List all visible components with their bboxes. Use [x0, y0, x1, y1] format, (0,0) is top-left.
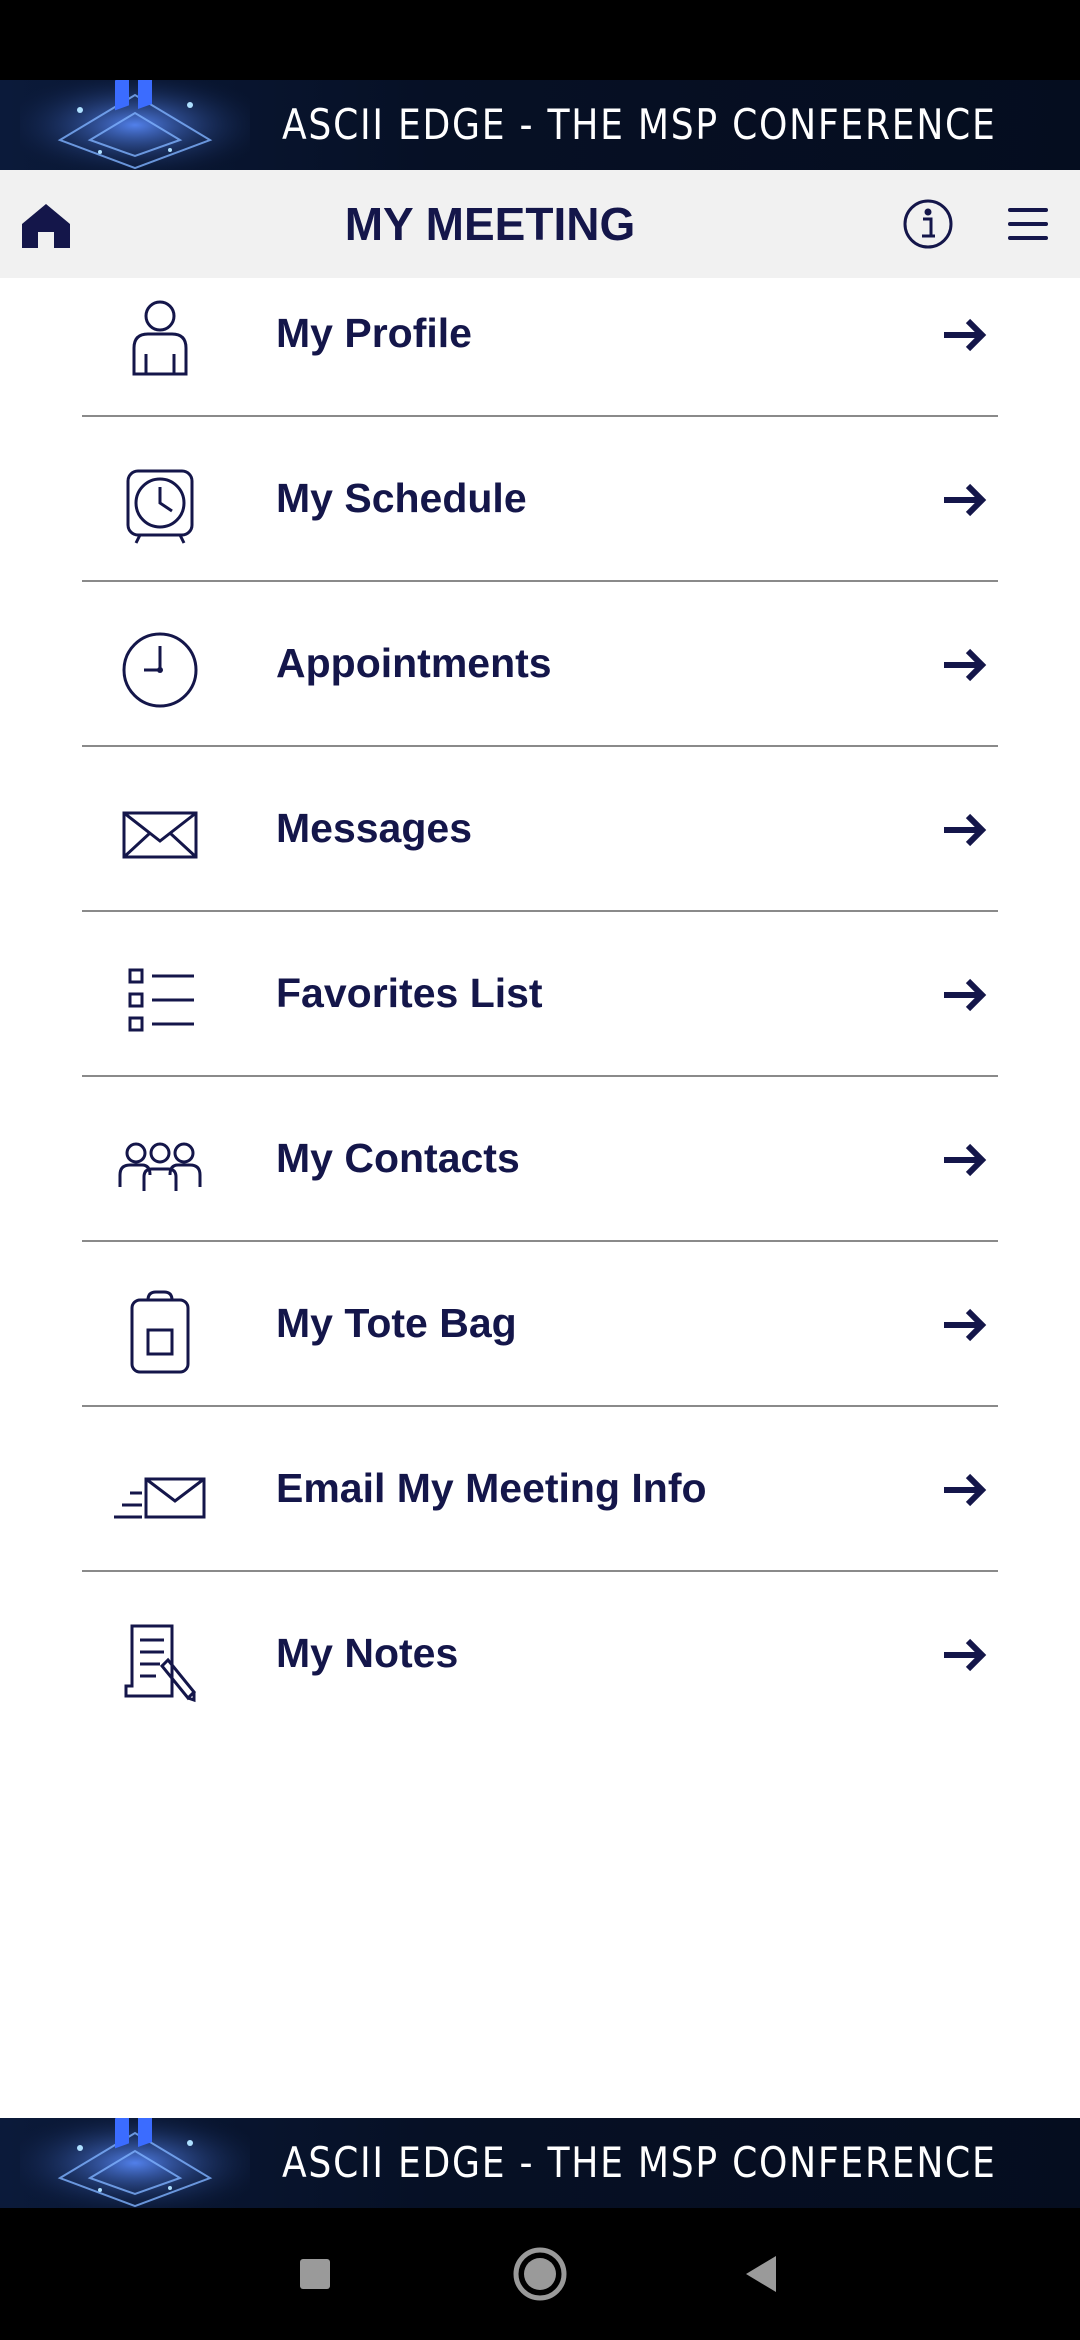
notes-icon — [124, 1624, 197, 1703]
menu-item-label: My Profile — [276, 310, 472, 356]
person-icon — [132, 300, 188, 376]
meeting-menu-list: My Profile My Schedule Appointments Mess… — [82, 252, 998, 1737]
recent-apps-icon[interactable] — [285, 2244, 345, 2304]
hamburger-menu-icon[interactable] — [1004, 200, 1052, 248]
arrow-right-icon — [944, 483, 987, 517]
menu-item-my-profile[interactable]: My Profile — [82, 252, 998, 417]
checklist-icon — [128, 968, 194, 1032]
arrow-right-icon — [944, 813, 987, 847]
menu-item-favorites-list[interactable]: Favorites List — [82, 912, 998, 1077]
info-icon[interactable] — [902, 198, 954, 250]
arrow-right-icon — [944, 1638, 987, 1672]
status-bar — [0, 0, 1080, 80]
menu-item-my-notes[interactable]: My Notes — [82, 1572, 998, 1737]
home-icon[interactable] — [18, 198, 74, 254]
menu-item-label: Appointments — [276, 640, 552, 686]
menu-item-my-tote-bag[interactable]: My Tote Bag — [82, 1242, 998, 1407]
conference-banner-bottom[interactable]: ASCII EDGE - THE MSP CONFERENCE — [0, 2118, 1080, 2208]
arrow-right-icon — [944, 1143, 987, 1177]
menu-item-label: Email My Meeting Info — [276, 1465, 707, 1511]
arrow-right-icon — [944, 1473, 987, 1507]
arrow-right-icon — [944, 648, 987, 682]
menu-item-label: My Schedule — [276, 475, 527, 521]
menu-item-label: Favorites List — [276, 970, 543, 1016]
envelope-icon — [122, 811, 198, 859]
arrow-right-icon — [944, 1308, 987, 1342]
conference-logo-art — [20, 2118, 250, 2208]
menu-item-my-contacts[interactable]: My Contacts — [82, 1077, 998, 1242]
group-icon — [118, 1142, 202, 1191]
banner-title: ASCII EDGE - THE MSP CONFERENCE — [282, 100, 997, 149]
alarm-clock-icon — [126, 469, 194, 544]
arrow-right-icon — [944, 978, 987, 1012]
menu-item-appointments[interactable]: Appointments — [82, 582, 998, 747]
menu-item-label: Messages — [276, 805, 473, 851]
menu-item-label: My Tote Bag — [276, 1300, 517, 1346]
menu-item-label: My Contacts — [276, 1135, 520, 1181]
arrow-right-icon — [944, 318, 987, 352]
banner-title: ASCII EDGE - THE MSP CONFERENCE — [282, 2138, 997, 2187]
home-circle-icon[interactable] — [510, 2244, 570, 2304]
menu-item-my-schedule[interactable]: My Schedule — [82, 417, 998, 582]
menu-item-messages[interactable]: Messages — [82, 747, 998, 912]
system-navigation-bar — [0, 2208, 1080, 2340]
clock-icon — [122, 632, 198, 708]
tote-bag-icon — [130, 1290, 190, 1374]
conference-logo-art — [20, 80, 250, 170]
conference-banner-top[interactable]: ASCII EDGE - THE MSP CONFERENCE — [0, 80, 1080, 170]
back-triangle-icon[interactable] — [730, 2244, 790, 2304]
send-mail-icon — [114, 1477, 206, 1519]
menu-item-label: My Notes — [276, 1630, 459, 1676]
menu-item-email-meeting-info[interactable]: Email My Meeting Info — [82, 1407, 998, 1572]
